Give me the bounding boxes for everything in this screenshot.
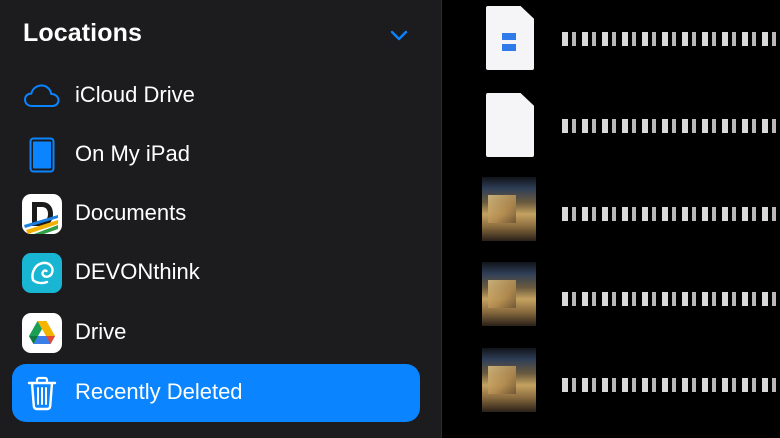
devonthink-app-icon [22, 253, 62, 293]
blurred-file-name [562, 32, 780, 46]
sidebar-item-recently-deleted[interactable]: Recently Deleted [12, 364, 420, 422]
photo-pixels [488, 195, 516, 223]
sidebar-item-drive[interactable]: Drive [12, 304, 420, 362]
photo-thumbnail [482, 177, 536, 241]
photo-pixels [488, 366, 516, 394]
blank-document-icon [486, 93, 534, 157]
sidebar-item-on-my-ipad[interactable]: On My iPad [12, 126, 420, 184]
sidebar-item-icloud-drive[interactable]: iCloud Drive [12, 67, 420, 125]
google-drive-icon [22, 313, 62, 353]
files-app-window: Locations iCloud Drive On My iPad Docume… [0, 0, 780, 438]
file-row[interactable] [442, 262, 780, 342]
cloud-icon [24, 84, 60, 107]
file-row[interactable] [442, 348, 780, 428]
blurred-file-name [562, 378, 780, 392]
photo-thumbnail [482, 262, 536, 326]
sidebar-item-label: iCloud Drive [75, 82, 195, 107]
file-row[interactable] [442, 93, 780, 173]
blurred-file-name [562, 119, 780, 133]
photo-pixels [488, 280, 516, 308]
blurred-file-name [562, 207, 780, 221]
chevron-down-icon[interactable] [389, 26, 409, 46]
file-row[interactable] [442, 177, 780, 257]
section-title: Locations [23, 19, 142, 47]
sidebar-item-label: Drive [75, 319, 127, 344]
ipad-icon [29, 137, 55, 173]
sidebar-item-label: On My iPad [75, 141, 190, 166]
sidebar: Locations iCloud Drive On My iPad Docume… [0, 0, 442, 438]
sidebar-item-label: Recently Deleted [75, 379, 243, 404]
sidebar-item-documents[interactable]: Documents [12, 185, 420, 243]
blurred-file-name [562, 292, 780, 306]
file-list [442, 0, 780, 438]
document-mark [502, 33, 516, 40]
document-mark [502, 44, 516, 51]
photo-thumbnail [482, 348, 536, 412]
documents-app-icon [22, 194, 62, 234]
locations-section-header[interactable]: Locations [0, 0, 442, 70]
file-row[interactable] [442, 6, 780, 86]
sidebar-item-label: Documents [75, 200, 187, 225]
sidebar-item-label: DEVONthink [75, 259, 200, 284]
trash-icon [27, 376, 57, 411]
document-with-blue-marks-icon [486, 6, 534, 70]
sidebar-item-devonthink[interactable]: DEVONthink [12, 244, 420, 302]
